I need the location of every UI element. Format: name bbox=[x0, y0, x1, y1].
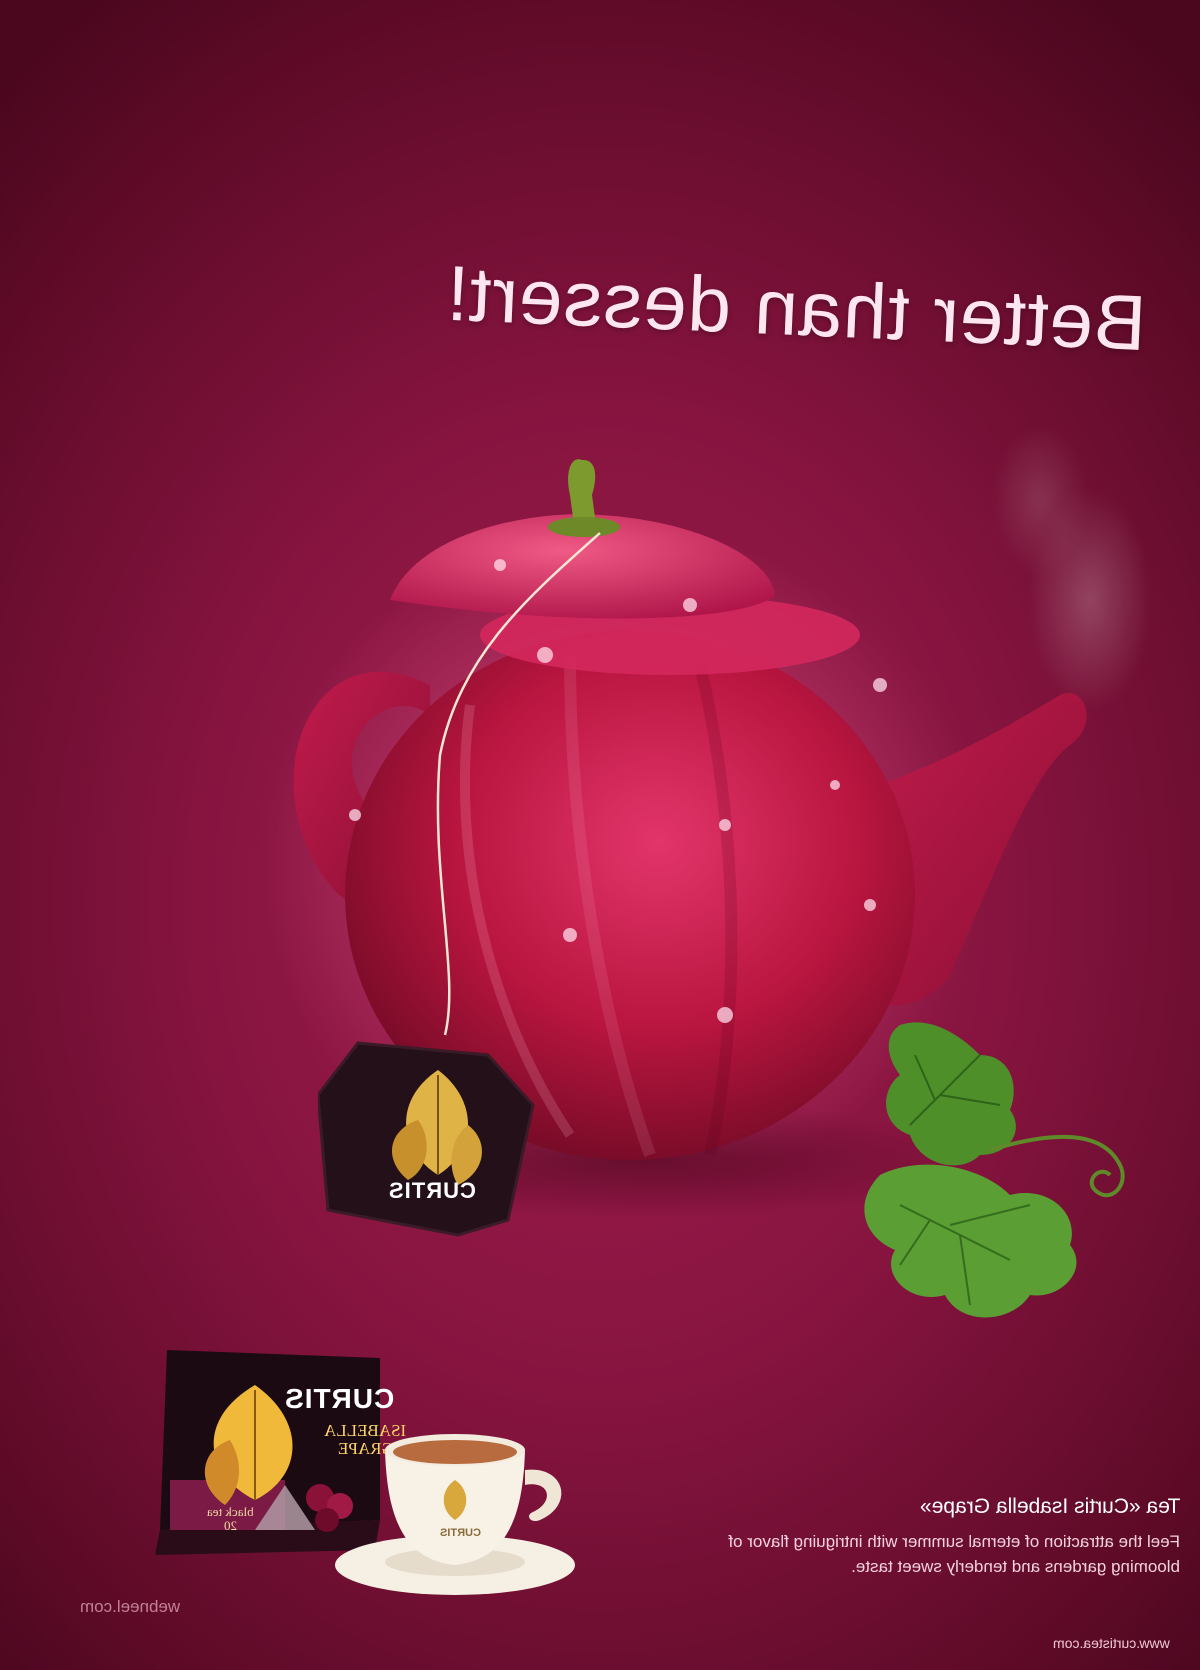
headline-text: Better than dessert! bbox=[444, 248, 1148, 368]
tea-tag-brand: CURTIS bbox=[388, 1178, 476, 1203]
ad-poster: Better than dessert! CURTIS CURTIS ISABE… bbox=[0, 0, 1200, 1670]
watermark: webneel.com bbox=[80, 1597, 181, 1616]
grape-tendril bbox=[989, 1134, 1125, 1198]
tea-cup bbox=[335, 1434, 575, 1595]
cup-brand: CURTIS bbox=[439, 1527, 481, 1539]
product-title: Tea «Curtis Isabella Grape» bbox=[919, 1495, 1180, 1518]
cup-handle bbox=[525, 1469, 562, 1522]
box-brand: CURTIS bbox=[284, 1383, 395, 1414]
grape-leaves bbox=[864, 1022, 1125, 1318]
headline: Better than dessert! bbox=[443, 248, 1148, 397]
box-tea-type: black tea 20 bbox=[206, 1504, 254, 1533]
product-copy: Tea «Curtis Isabella Grape» Feel the att… bbox=[690, 1495, 1180, 1579]
website-link[interactable]: www.curtistea.com bbox=[1030, 1635, 1170, 1651]
tea-tag bbox=[318, 1041, 535, 1237]
grape-leaf-icon bbox=[886, 1022, 1016, 1166]
product-description: Feel the attraction of eternal summer wi… bbox=[728, 1532, 1180, 1576]
